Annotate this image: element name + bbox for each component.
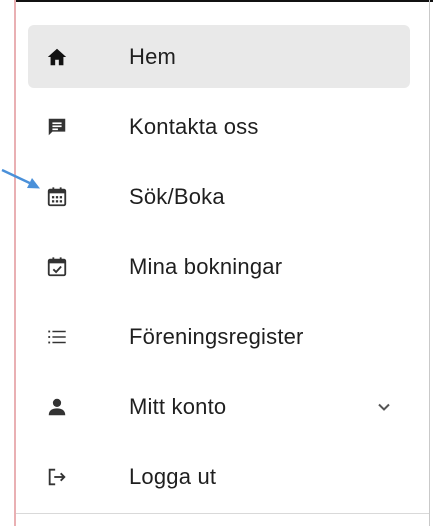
nav-item-mitt-konto[interactable]: Mitt konto — [28, 375, 410, 438]
nav-item-hem[interactable]: Hem — [28, 25, 410, 88]
chevron-down-icon[interactable] — [376, 399, 392, 415]
nav-item-logga-ut[interactable]: Logga ut — [28, 445, 410, 508]
message-icon — [46, 116, 68, 138]
sidebar-menu: Hem Kontakta oss Sök/Boka Mina bokningar… — [16, 11, 429, 526]
nav-item-kontakta-oss[interactable]: Kontakta oss — [28, 95, 410, 158]
person-icon — [46, 396, 68, 418]
nav-item-mina-bokningar[interactable]: Mina bokningar — [28, 235, 410, 298]
nav-item-label: Mina bokningar — [129, 253, 283, 279]
nav-item-label: Mitt konto — [129, 393, 227, 419]
nav-item-label: Kontakta oss — [129, 113, 259, 139]
home-icon — [46, 46, 68, 68]
nav-item-foreningsregister[interactable]: Föreningsregister — [28, 305, 410, 368]
calendar-check-icon — [46, 256, 68, 278]
nav-item-label: Sök/Boka — [129, 183, 225, 209]
top-border — [14, 0, 433, 11]
sidebar-bottom-divider — [16, 513, 429, 514]
logout-icon — [46, 466, 68, 488]
nav-item-label: Hem — [129, 43, 177, 69]
calendar-grid-icon — [46, 186, 68, 208]
nav-item-label: Föreningsregister — [129, 323, 304, 349]
nav-list: Hem Kontakta oss Sök/Boka Mina bokningar… — [28, 25, 410, 515]
screenshot-stage: Hem Kontakta oss Sök/Boka Mina bokningar… — [0, 0, 433, 526]
nav-item-sok-boka[interactable]: Sök/Boka — [28, 165, 410, 228]
nav-item-label: Logga ut — [129, 463, 217, 489]
list-icon — [46, 326, 68, 348]
right-border — [429, 0, 430, 526]
